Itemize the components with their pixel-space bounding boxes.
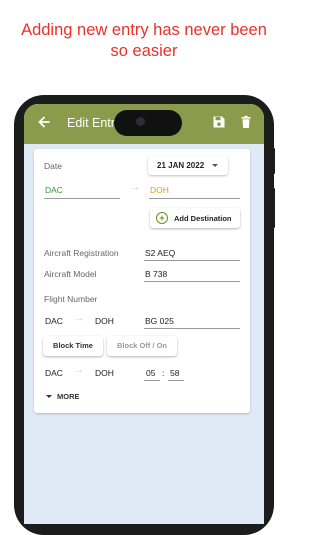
expand-icon: [46, 395, 52, 398]
flight-arrow-icon: →: [74, 313, 84, 324]
save-icon[interactable]: [212, 115, 226, 129]
flight-number-underline: [144, 328, 240, 329]
origin-value[interactable]: DAC: [45, 185, 63, 195]
camera-lens: [136, 117, 145, 126]
minutes-underline: [168, 380, 184, 381]
aircraft-registration-label: Aircraft Registration: [44, 248, 119, 258]
flight-to: DOH: [95, 316, 114, 326]
time-arrow-icon: →: [74, 365, 84, 376]
destination-underline: [149, 198, 240, 199]
flight-number-value[interactable]: BG 025: [145, 316, 174, 326]
route-arrow-icon: →: [130, 182, 140, 193]
flight-number-label: Flight Number: [44, 294, 98, 304]
hours-field[interactable]: 05: [146, 368, 155, 378]
flight-from: DAC: [45, 316, 63, 326]
aircraft-registration-value[interactable]: S2 AEQ: [145, 248, 175, 258]
origin-underline: [44, 198, 120, 199]
add-circle-icon: +: [156, 212, 168, 224]
power-button: [272, 188, 275, 228]
add-destination-label: Add Destination: [174, 214, 232, 223]
page-title: Edit Entry: [67, 116, 115, 130]
date-value: 21 JAN 2022: [157, 161, 205, 170]
back-arrow-icon[interactable]: [36, 114, 52, 130]
time-to: DOH: [95, 368, 114, 378]
time-separator: :: [162, 368, 165, 378]
aircraft-model-underline: [144, 281, 240, 282]
date-label: Date: [44, 161, 62, 171]
date-picker[interactable]: 21 JAN 2022: [148, 156, 228, 175]
time-from: DAC: [45, 368, 63, 378]
destination-value[interactable]: DOH: [150, 185, 169, 195]
block-off-on-button[interactable]: Block Off / On: [107, 336, 177, 356]
entry-form-card: Date 21 JAN 2022 DAC → DOH + Add Destina…: [34, 149, 250, 413]
delete-icon[interactable]: [239, 115, 253, 129]
app-bar: Edit Entry: [24, 104, 264, 144]
add-destination-button[interactable]: + Add Destination: [150, 208, 240, 228]
block-time-button[interactable]: Block Time: [43, 336, 103, 356]
hours-underline: [144, 380, 160, 381]
more-label: MORE: [57, 392, 80, 401]
app-screen: Edit Entry Date 21 JAN 2022 DAC → DOH + …: [24, 104, 264, 524]
minutes-field[interactable]: 58: [170, 368, 179, 378]
promo-headline-line1: Adding new entry has never been: [21, 21, 267, 39]
aircraft-model-value[interactable]: B 738: [145, 269, 167, 279]
volume-button: [272, 148, 275, 174]
chevron-down-icon: [212, 164, 218, 167]
more-toggle[interactable]: MORE: [46, 392, 80, 401]
aircraft-registration-underline: [144, 260, 240, 261]
promo-headline: Adding new entry has never been so easie…: [0, 20, 288, 62]
front-camera: [114, 110, 182, 136]
promo-headline-line2: so easier: [110, 42, 178, 60]
aircraft-model-label: Aircraft Model: [44, 269, 97, 279]
